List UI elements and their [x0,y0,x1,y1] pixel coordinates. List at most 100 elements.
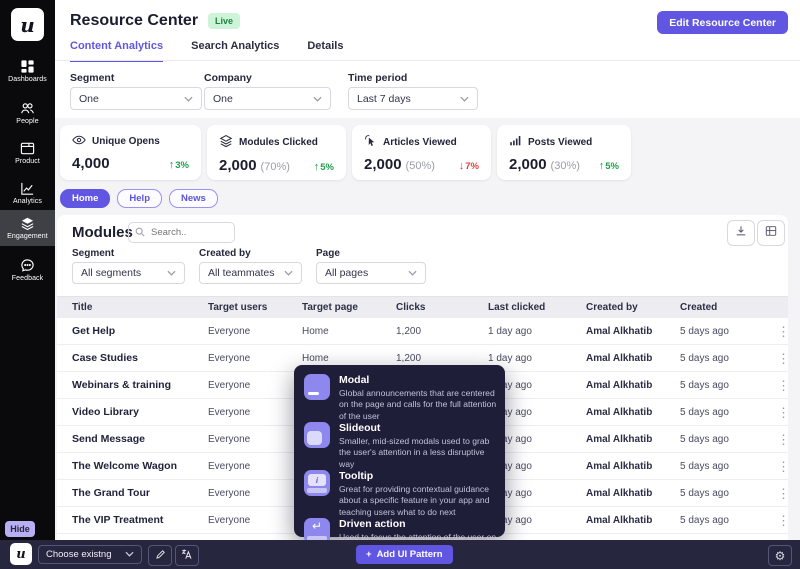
sidebar-item-label: People [16,118,38,125]
cell-title: Send Message [72,433,208,445]
popover-item-modal[interactable]: Modal Global announcements that are cent… [304,374,495,422]
stat-card-modules-clicked: Modules Clicked 2,000(70%) ↑5% [207,125,346,180]
segment-module-filter-select[interactable]: All segments [72,262,185,284]
sidebar-item-label: Engagement [7,233,48,240]
col-created: Created [680,302,773,313]
pill-help[interactable]: Help [117,189,162,208]
logo-glyph: u [16,547,25,562]
stat-delta-value: 7% [465,161,479,172]
cell-target-page: Home [302,326,396,337]
slideout-icon [304,422,330,448]
edit-pencil-button[interactable] [148,545,172,566]
choose-existing-select[interactable]: Choose existng [38,545,142,564]
dashboards-icon [20,59,35,74]
row-menu-kebab-icon[interactable]: ⋮ [773,352,794,365]
chevron-down-icon [167,267,176,279]
popover-item-title: Slideout [339,422,499,434]
sidebar-item-dashboards[interactable]: Dashboards [0,52,55,90]
stat-delta: ↑5% [599,160,619,172]
ui-pattern-popover: Modal Global announcements that are cent… [294,365,505,537]
cell-title: Case Studies [72,352,208,364]
page-filter-select[interactable]: All pages [316,262,426,284]
tab-content-analytics[interactable]: Content Analytics [70,40,163,62]
chevron-down-icon [184,93,193,105]
sidebar-item-analytics[interactable]: Analytics [0,174,55,212]
stat-delta: ↑3% [169,159,189,171]
plus-icon: + [366,549,372,560]
popover-item-description: Smaller, mid-sized modals used to grab t… [339,436,499,470]
sidebar-item-people[interactable]: People [0,94,55,132]
cell-last-clicked: 1 day ago [488,326,586,337]
builder-bottom-bar: u Choose existng + Add UI Pattern ⚙ [0,540,800,569]
page-filter-value: All pages [325,267,368,279]
row-menu-kebab-icon[interactable]: ⋮ [773,514,794,527]
app-logo[interactable]: u [11,8,44,41]
row-menu-kebab-icon[interactable]: ⋮ [773,406,794,419]
cell-created: 5 days ago [680,515,773,526]
cell-created-by: Amal Alkhatib [586,461,680,472]
tab-details[interactable]: Details [307,40,343,62]
popover-item-title: Modal [339,374,499,386]
segment-filter-select[interactable]: One [70,87,202,110]
sidebar-item-engagement[interactable]: Engagement [0,210,55,246]
add-ui-pattern-button[interactable]: + Add UI Pattern [356,545,453,564]
created-by-filter-select[interactable]: All teammates [199,262,302,284]
manage-columns-button[interactable] [757,220,785,246]
cell-target-users: Everyone [208,353,302,364]
tab-search-analytics[interactable]: Search Analytics [191,40,279,62]
popover-item-slideout[interactable]: Slideout Smaller, mid-sized modals used … [304,422,495,470]
row-menu-kebab-icon[interactable]: ⋮ [773,433,794,446]
row-menu-kebab-icon[interactable]: ⋮ [773,487,794,500]
time-period-filter-select[interactable]: Last 7 days [348,87,478,110]
app-window: u Dashboards People Product Analytics En… [0,0,800,569]
search-input[interactable] [149,226,228,239]
live-status-badge: Live [208,13,240,29]
cell-title: The Grand Tour [72,487,208,499]
table-header: Title Target users Target page Clicks La… [57,296,788,318]
logo-glyph: u [20,13,35,37]
sidebar-item-feedback[interactable]: Feedback [0,251,55,289]
created-by-filter-value: All teammates [208,267,275,279]
translate-button[interactable] [175,545,199,566]
chevron-down-icon [125,549,134,560]
module-search [128,222,235,243]
modal-icon [304,374,330,400]
popover-item-tooltip[interactable]: i Tooltip Great for providing contextual… [304,470,495,518]
edit-resource-center-button[interactable]: Edit Resource Center [657,11,788,34]
pill-home[interactable]: Home [60,189,110,208]
export-download-button[interactable] [727,220,755,246]
cell-title: The Welcome Wagon [72,460,208,472]
col-target-page: Target page [302,302,396,313]
row-menu-kebab-icon[interactable]: ⋮ [773,460,794,473]
segment-module-filter-label: Segment [72,248,114,259]
created-by-filter-label: Created by [199,248,251,259]
company-filter-label: Company [204,72,252,84]
cell-target-users: Everyone [208,434,302,445]
modules-title: Modules [72,224,133,241]
pill-news[interactable]: News [169,189,218,208]
stat-card-articles-viewed: Articles Viewed 2,000(50%) ↓7% [352,125,491,180]
col-title: Title [72,302,208,313]
segment-module-filter-value: All segments [81,267,141,279]
popover-item-title: Tooltip [339,470,499,482]
table-row[interactable]: Get Help Everyone Home 1,200 1 day ago A… [57,318,788,345]
arrow-up-icon: ↑ [169,159,175,171]
eye-icon [72,134,86,149]
stat-card-unique-opens: Unique Opens 4,000 ↑3% [60,125,201,180]
sidebar-item-label: Dashboards [8,76,47,83]
settings-gear-button[interactable]: ⚙ [768,545,792,566]
stat-label: Posts Viewed [528,137,592,148]
segment-filter-label: Segment [70,72,114,84]
chevron-down-icon [460,93,469,105]
arrow-up-icon: ↑ [599,160,605,172]
hide-sidebar-button[interactable]: Hide [5,521,35,537]
cell-target-users: Everyone [208,515,302,526]
row-menu-kebab-icon[interactable]: ⋮ [773,325,794,338]
tab-bar: Content Analytics Search Analytics Detai… [70,40,343,62]
tabs-divider [55,60,800,61]
search-icon [135,224,145,242]
row-menu-kebab-icon[interactable]: ⋮ [773,379,794,392]
cell-created: 5 days ago [680,353,773,364]
sidebar-item-product[interactable]: Product [0,134,55,172]
company-filter-select[interactable]: One [204,87,331,110]
